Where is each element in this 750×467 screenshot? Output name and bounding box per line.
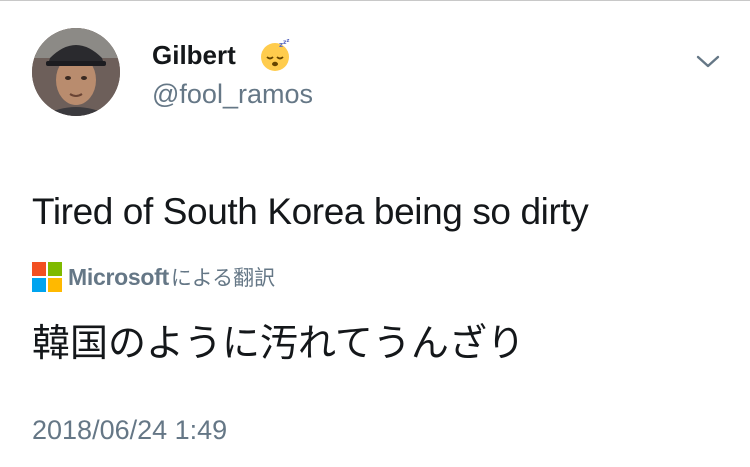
display-name[interactable]: Gilbert — [152, 40, 236, 70]
translated-tweet-text: 韓国のように汚れてうんざり — [32, 323, 525, 365]
microsoft-logo-icon — [32, 262, 62, 292]
sleeping-face-emoji-icon: z z z — [261, 38, 290, 71]
tweet-text: Tired of South Korea being so dirty — [32, 191, 589, 232]
avatar-photo — [32, 28, 120, 116]
avatar[interactable] — [32, 28, 120, 116]
top-divider — [0, 0, 750, 1]
translation-provider-suffix: による翻訳 — [170, 267, 276, 290]
user-handle[interactable]: @fool_ramos — [152, 78, 313, 110]
svg-text:z: z — [287, 38, 290, 44]
chevron-down-icon[interactable] — [693, 50, 723, 72]
tweet-timestamp[interactable]: 2018/06/24 1:49 — [32, 413, 227, 447]
translation-provider-name: Microsoft — [68, 263, 169, 290]
translation-attribution[interactable]: Microsoft による翻訳 — [32, 260, 275, 294]
